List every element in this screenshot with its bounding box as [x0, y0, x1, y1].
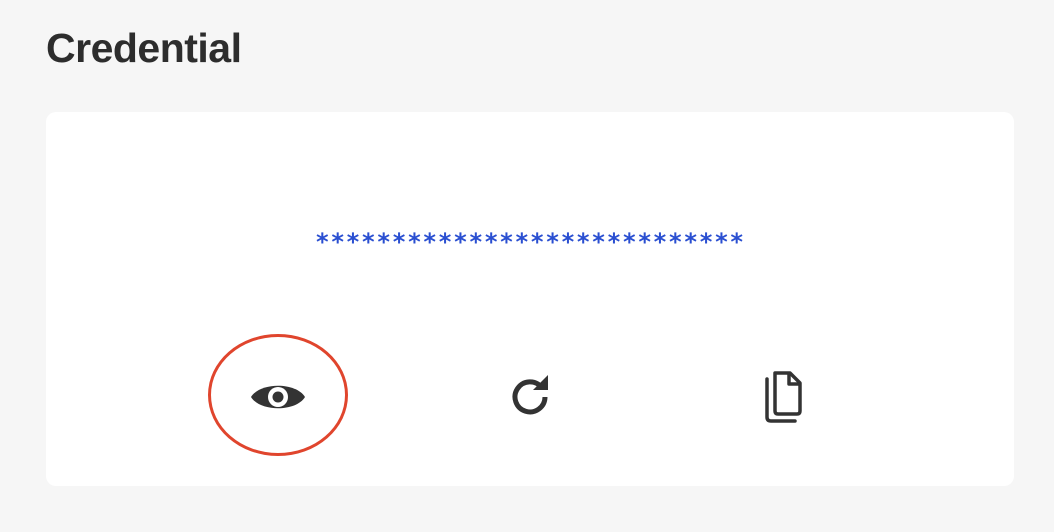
regenerate-credential-button[interactable] — [490, 357, 570, 437]
page-title: Credential — [46, 25, 242, 71]
masked-credential-value: **************************** — [315, 228, 745, 256]
eye-icon — [251, 385, 305, 409]
copy-credential-button[interactable] — [744, 357, 824, 437]
copy-icon — [765, 371, 802, 423]
reveal-credential-button[interactable] — [238, 357, 318, 437]
refresh-icon — [512, 375, 548, 415]
credential-card: **************************** — [46, 112, 1014, 486]
